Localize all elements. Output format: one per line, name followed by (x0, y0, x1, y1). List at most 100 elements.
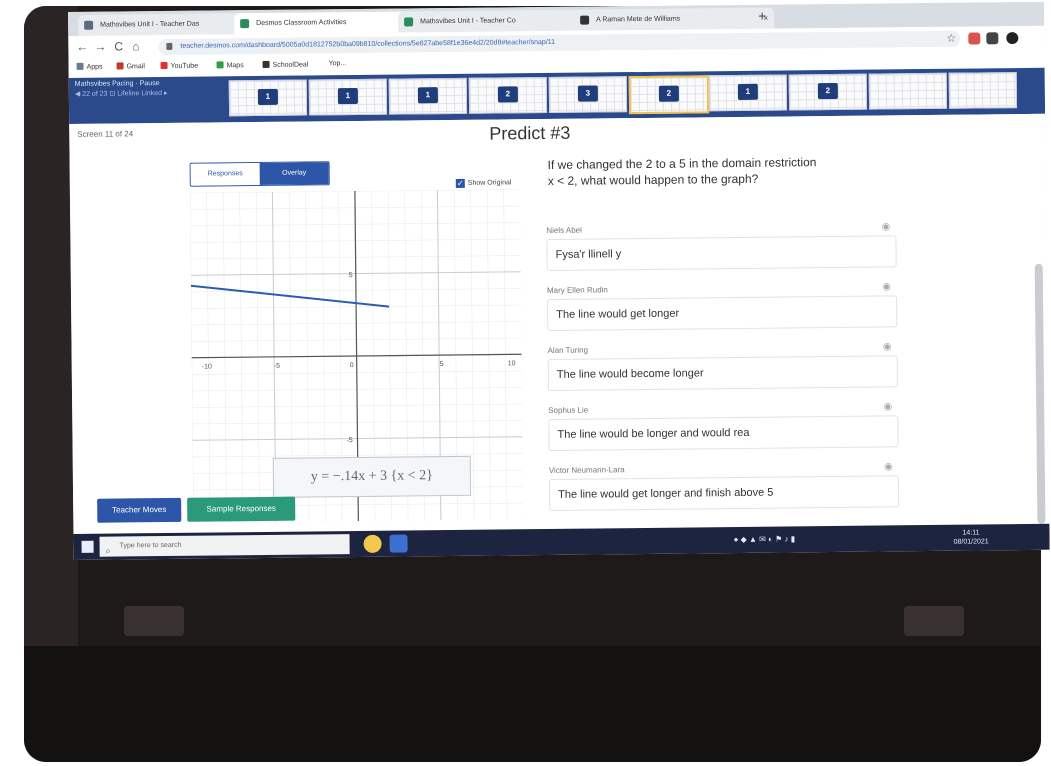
back-icon[interactable]: ← (76, 40, 88, 54)
equation-display: y = −.14x + 3 {x < 2} (272, 455, 472, 498)
thumbnail-count-badge: 1 (417, 87, 438, 104)
thumbnail-count-badge: 2 (497, 86, 518, 103)
y-tick-label: -5 (346, 437, 352, 444)
screen-thumbnails: 1 1 1 2 3 2 1 2 (228, 72, 1019, 117)
screen-thumbnail[interactable]: 1 (228, 79, 308, 117)
app-taskbar-icon[interactable] (389, 534, 408, 553)
question-text: If we changed the 2 to a 5 in the domain… (547, 155, 817, 188)
new-tab-button[interactable]: + (758, 8, 766, 24)
bookmark-youtube[interactable]: YouTube (160, 61, 198, 70)
screen-thumbnail[interactable]: 2 (788, 73, 868, 111)
system-tray[interactable]: ● ◆ ▲ ✉ ◐ ⚑ ♪ ▮ (734, 534, 796, 544)
tab-favicon-icon (580, 15, 590, 25)
tab-favicon-icon (404, 17, 414, 27)
response-item: Victor Neumann-Lara ◉ The line would get… (548, 459, 900, 511)
thumbnail-count-badge: 1 (257, 88, 278, 106)
response-card[interactable]: The line would be longer and would rea (548, 415, 899, 451)
browser-tab[interactable]: Desmos Classroom Activities × (234, 11, 415, 35)
hide-eye-icon[interactable]: ◉ (882, 281, 891, 292)
search-placeholder: Type here to search (119, 541, 182, 550)
windows-start-icon[interactable] (81, 540, 94, 553)
bookmark-apps[interactable]: Apps (76, 62, 103, 71)
bookmark-schooldeal[interactable]: SchoolDeal (262, 60, 308, 69)
forward-icon[interactable]: → (94, 40, 106, 54)
taskbar-clock[interactable]: 14:11 08/01/2021 (953, 528, 989, 546)
screen-thumbnail[interactable]: 3 (548, 76, 628, 113)
taskbar-search-field[interactable]: ⌕ Type here to search (99, 534, 350, 557)
view-toggle: Responses Overlay (189, 161, 330, 187)
tab-label: Mathsvibes Unit I - Teacher Das (100, 20, 200, 29)
browser-tab[interactable]: Mathsvibes Unit I - Teacher Co × (398, 9, 591, 33)
thumbnail-count-badge: 2 (817, 82, 838, 100)
screen-counter: Screen 11 of 24 (77, 129, 134, 139)
response-card[interactable]: The line would get longer (547, 295, 898, 331)
x-tick-label: -5 (274, 363, 280, 370)
thumbnail-count-badge: 2 (658, 85, 679, 102)
screen-content: Screen 11 of 24 Predict #3 Responses Ove… (69, 113, 1050, 534)
response-item: Sophus Lie ◉ The line would be longer an… (548, 399, 899, 451)
laptop-hinge-right (904, 606, 964, 636)
screen-thumbnail[interactable] (948, 72, 1018, 109)
bookmark-gmail[interactable]: Gmail (116, 62, 145, 70)
activity-info: Mathsvibes Pacing · Pause ◀ 22 of 23 ⊡ L… (75, 79, 168, 100)
clock-time: 14:11 (962, 529, 980, 537)
x-tick-label: 10 (508, 360, 516, 367)
hide-eye-icon[interactable]: ◉ (882, 221, 891, 232)
x-tick-label: 0 (350, 362, 354, 369)
response-card[interactable]: The line would get longer and finish abo… (548, 475, 900, 511)
response-card[interactable]: Fysa'r llinell y (546, 235, 897, 272)
hide-eye-icon[interactable]: ◉ (883, 341, 892, 352)
hide-eye-icon[interactable]: ◉ (883, 401, 892, 412)
activity-nav[interactable]: ◀ 22 of 23 ⊡ Lifeline Linked ▸ (75, 89, 168, 100)
url-text: teacher.desmos.com/dashboard/5005a0d1812… (180, 38, 556, 50)
screen-thumbnail-selected[interactable]: 2 (628, 75, 710, 115)
tab-favicon-icon (240, 19, 250, 29)
screen-thumbnail[interactable] (868, 72, 948, 110)
home-icon[interactable]: ⌂ (132, 39, 139, 53)
activity-pacing[interactable]: Mathsvibes Pacing · Pause (75, 80, 160, 88)
tab-label: A Raman Mete de Williams (596, 15, 681, 24)
x-tick-label: 5 (440, 361, 444, 368)
show-original-checkbox[interactable]: ✓ Show Original (455, 178, 512, 188)
bookmark-maps[interactable]: Maps (216, 61, 244, 69)
chrome-taskbar-icon[interactable] (363, 534, 382, 553)
laptop-keyboard-area (24, 646, 1041, 762)
clock-date: 08/01/2021 (953, 538, 989, 546)
response-item: Mary Ellen Rudin ◉ The line would get lo… (547, 279, 898, 331)
bookmark-star-icon[interactable]: ☆ (946, 32, 956, 45)
tab-label: Mathsvibes Unit I - Teacher Co (420, 17, 516, 26)
screen-thumbnail[interactable]: 1 (708, 74, 788, 112)
laptop-screen: Mathsvibes Unit I - Teacher Das × Desmos… (68, 1, 1050, 560)
extensions-puzzle-icon[interactable] (986, 32, 999, 45)
x-tick-label: -10 (202, 364, 212, 371)
thumbnail-count-badge: 1 (337, 87, 358, 105)
tab-favicon-icon (84, 20, 94, 30)
tab-label: Desmos Classroom Activities (256, 19, 347, 28)
response-item: Alan Turing ◉ The line would become long… (547, 339, 898, 391)
overlay-toggle-button[interactable]: Overlay (259, 162, 329, 186)
screen-thumbnail[interactable]: 2 (468, 76, 548, 114)
profile-avatar[interactable] (1006, 32, 1019, 45)
y-tick-label: 5 (349, 272, 353, 279)
show-original-label: Show Original (467, 179, 512, 187)
response-card[interactable]: The line would become longer (547, 355, 898, 391)
screen-thumbnail[interactable]: 1 (388, 77, 468, 115)
scrollbar[interactable] (1034, 263, 1046, 524)
response-item: Niels Abel ◉ Fysa'r llinell y (546, 219, 897, 272)
sample-responses-button[interactable]: Sample Responses (187, 496, 296, 522)
checkmark-icon: ✓ (455, 178, 465, 188)
reload-icon[interactable]: C (114, 39, 123, 53)
hide-eye-icon[interactable]: ◉ (884, 461, 893, 472)
laptop-hinge-left (124, 606, 184, 636)
bookmark-yop[interactable]: Yop... (329, 60, 347, 67)
youtube-icon (160, 61, 168, 70)
extension-icon[interactable] (968, 32, 981, 45)
teacher-moves-button[interactable]: Teacher Moves (97, 497, 182, 523)
browser-tab[interactable]: A Raman Mete de Williams × (574, 7, 775, 31)
gmail-icon (116, 62, 124, 70)
browser-tab[interactable]: Mathsvibes Unit I - Teacher Das × (78, 13, 251, 36)
lock-icon (166, 42, 173, 50)
search-icon: ⌕ (105, 545, 111, 556)
responses-toggle-button[interactable]: Responses (190, 163, 260, 186)
screen-thumbnail[interactable]: 1 (308, 78, 388, 116)
